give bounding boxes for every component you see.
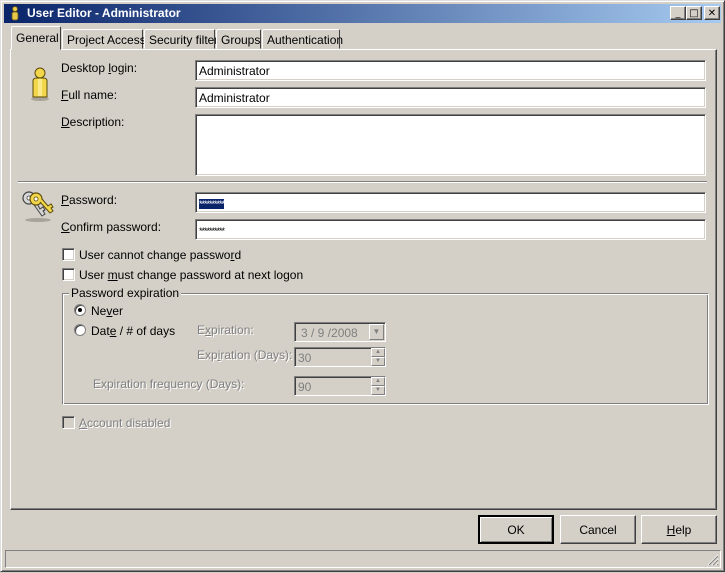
must-change-password-label[interactable]: User must change password at next logon [79,268,303,282]
password-value: ********** [199,199,225,209]
cannot-change-password-label[interactable]: User cannot change password [79,248,241,262]
resize-grip-icon[interactable] [707,554,719,566]
tab-project-access[interactable]: Project Access [62,29,146,49]
expiration-frequency-value: 90 [298,380,312,394]
tab-label: Security filter [149,33,219,47]
account-disabled-checkbox[interactable] [62,416,75,429]
password-label: Password: [61,193,118,207]
full-name-input[interactable]: Administrator [195,87,706,108]
window-title: User Editor - Administrator [27,6,181,20]
confirm-password-label: Confirm password: [61,220,162,234]
cancel-button-label: Cancel [579,523,617,537]
date-days-radio[interactable] [74,324,86,336]
never-radio-label[interactable]: Never [91,304,123,318]
help-button[interactable]: Help [641,515,717,544]
desktop-login-input[interactable]: Administrator [195,60,706,81]
tab-label: Project Access [67,33,146,47]
spin-down-icon[interactable]: ▼ [371,386,385,395]
maximize-button[interactable]: □ [686,6,702,20]
must-change-password-checkbox[interactable] [62,268,75,281]
desktop-login-label: Desktop login: [61,61,138,75]
expiration-days-value: 30 [298,351,312,365]
status-bar [5,550,721,568]
tab-authentication[interactable]: Authentication [262,29,344,49]
account-disabled-label[interactable]: Account disabled [79,416,170,430]
help-button-label: Help [666,523,692,537]
date-days-radio-label[interactable]: Date / # of days [91,324,175,338]
user-icon [31,67,49,101]
spin-up-icon[interactable]: ▲ [371,377,385,386]
description-label: Description: [61,115,125,129]
spin-up-icon[interactable]: ▲ [371,348,385,357]
tab-security-filter[interactable]: Security filter [144,29,219,49]
user-editor-window: User Editor - Administrator _ □ ✕ Genera… [0,0,725,572]
expiration-date-value: 3 / 9 /2008 [301,326,358,340]
confirm-password-input[interactable]: ********** [195,219,706,240]
spin-down-icon[interactable]: ▼ [371,357,385,366]
chevron-down-icon[interactable]: ▼ [369,324,384,340]
description-textarea[interactable] [195,114,706,176]
section-divider [18,181,707,183]
full-name-value: Administrator [199,91,270,105]
tab-groups[interactable]: Groups [216,29,261,49]
close-button[interactable]: ✕ [704,6,720,20]
title-bar[interactable]: User Editor - Administrator _ □ ✕ [4,4,721,23]
expiration-frequency-label: Expiration frequency (Days): [93,377,245,391]
confirm-password-value: ********** [199,226,225,236]
tab-label: General [16,31,59,45]
cancel-button[interactable]: Cancel [560,515,636,544]
password-expiration-legend: Password expiration [69,286,182,300]
tab-label: Groups [221,33,261,47]
expiration-days-label: Expiration (Days): [197,348,293,362]
tab-general[interactable]: General [11,26,61,50]
expiration-label: Expiration: [197,323,254,337]
desktop-login-value: Administrator [199,64,270,78]
full-name-label: Full name: [61,88,118,102]
ok-button[interactable]: OK [478,515,554,544]
ok-button-label: OK [507,523,525,537]
password-input[interactable]: ********** [195,192,706,213]
keys-icon [22,191,54,222]
never-radio[interactable] [74,304,86,316]
tab-label: Authentication [267,33,344,47]
minimize-button[interactable]: _ [670,6,686,20]
cannot-change-password-checkbox[interactable] [62,248,75,261]
user-icon [11,6,19,21]
